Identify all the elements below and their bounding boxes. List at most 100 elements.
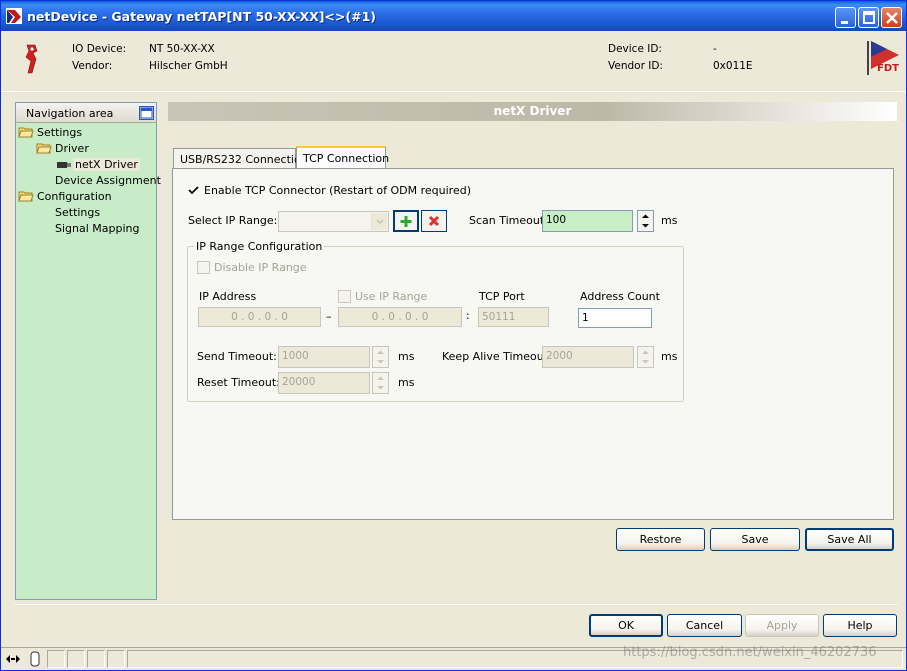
io-device-value: NT 50-XX-XX — [149, 43, 215, 55]
reset-timeout-label: Reset Timeout: — [197, 376, 280, 389]
main-title: netX Driver — [493, 104, 572, 118]
enable-tcp-checkbox[interactable] — [187, 184, 200, 197]
address-count-input[interactable]: 1 — [578, 308, 652, 328]
reset-timeout-spinner[interactable] — [372, 372, 389, 394]
device-status-icon[interactable] — [29, 651, 41, 667]
delete-icon — [428, 215, 440, 227]
keep-alive-input[interactable]: 2000 — [542, 346, 634, 368]
ip-range-group-title: IP Range Configuration — [194, 240, 325, 253]
reset-timeout-unit: ms — [398, 376, 415, 389]
maximize-icon — [863, 11, 875, 24]
select-ip-range-dropdown[interactable] — [278, 211, 389, 232]
nav-item-driver[interactable]: Driver — [55, 142, 89, 155]
nav-item-netx-driver[interactable]: netX Driver — [73, 158, 140, 171]
nav-item-settings[interactable]: Settings — [37, 126, 82, 139]
folder-open-icon — [36, 143, 52, 154]
status-cell — [107, 650, 125, 668]
spin-up-icon[interactable] — [373, 347, 388, 357]
navigation-header: Navigation area — [16, 103, 156, 123]
spin-up-icon[interactable] — [638, 211, 653, 221]
spin-up-icon[interactable] — [638, 347, 653, 357]
help-button[interactable]: Help — [823, 614, 897, 637]
cancel-button[interactable]: Cancel — [667, 614, 742, 637]
folder-open-icon — [18, 127, 34, 138]
select-ip-range-label: Select IP Range: — [188, 214, 278, 227]
ip-address-label: IP Address — [199, 290, 257, 303]
status-cell — [67, 650, 85, 668]
maximize-button[interactable] — [858, 7, 879, 28]
save-all-button[interactable]: Save All — [805, 528, 894, 551]
plus-icon — [400, 216, 412, 227]
keep-alive-label: Keep Alive Timeout: — [442, 350, 552, 363]
navigation-panel: Navigation area Settings Driver netX Dri… — [15, 102, 161, 600]
window-icon — [140, 107, 153, 119]
add-ip-range-button[interactable] — [393, 210, 419, 232]
dropdown-arrow[interactable] — [371, 213, 387, 230]
window-title: netDevice - Gateway netTAP[NT 50-XX-XX]<… — [27, 9, 376, 24]
io-device-label: IO Device: — [72, 43, 127, 55]
spin-down-icon[interactable] — [373, 357, 388, 367]
main-window: netDevice - Gateway netTAP[NT 50-XX-XX]<… — [0, 0, 907, 671]
send-timeout-label: Send Timeout: — [197, 350, 277, 363]
tcp-port-input[interactable]: 50111 — [478, 307, 549, 327]
title-bar[interactable]: netDevice - Gateway netTAP[NT 50-XX-XX]<… — [1, 1, 906, 31]
fdt-logo: FDT — [863, 41, 899, 75]
send-timeout-input[interactable]: 1000 — [278, 346, 370, 368]
nav-item-configuration[interactable]: Configuration — [37, 190, 112, 203]
tab-usb-rs232[interactable]: USB/RS232 Connection — [173, 148, 308, 170]
vendor-id-label: Vendor ID: — [608, 60, 663, 72]
delete-ip-range-button[interactable] — [421, 210, 447, 232]
nav-item-device-assignment[interactable]: Device Assignment — [55, 174, 161, 187]
keep-alive-unit: ms — [661, 350, 678, 363]
checkmark-icon — [188, 186, 199, 195]
scan-timeout-spinner[interactable] — [637, 210, 654, 232]
disable-ip-range-checkbox[interactable] — [197, 261, 210, 274]
ip-range-dash: – — [326, 310, 332, 323]
navigation-toggle-button[interactable] — [139, 106, 154, 120]
send-timeout-unit: ms — [398, 350, 415, 363]
enable-tcp-label: Enable TCP Connector (Restart of ODM req… — [204, 184, 472, 197]
spin-down-icon[interactable] — [373, 383, 388, 393]
tcp-port-label: TCP Port — [479, 290, 525, 303]
ip-address-start-input[interactable]: 0 . 0 . 0 . 0 — [198, 307, 321, 327]
send-timeout-spinner[interactable] — [372, 346, 389, 368]
app-icon — [6, 8, 22, 24]
nav-item-signal-mapping[interactable]: Signal Mapping — [55, 222, 140, 235]
device-header: IO Device: NT 50-XX-XX Vendor: Hilscher … — [1, 31, 906, 91]
folder-open-icon — [18, 191, 34, 202]
close-button[interactable] — [881, 7, 902, 28]
spin-up-icon[interactable] — [373, 373, 388, 383]
ok-button[interactable]: OK — [589, 614, 663, 637]
nav-item-config-settings[interactable]: Settings — [55, 206, 100, 219]
ip-address-end-input[interactable]: 0 . 0 . 0 . 0 — [338, 307, 462, 327]
use-ip-range-checkbox[interactable] — [338, 290, 351, 303]
device-id-label: Device ID: — [608, 43, 662, 55]
scan-timeout-label: Scan Timeout: — [469, 214, 548, 227]
minimize-button[interactable] — [835, 7, 856, 28]
tab-tcp-connection[interactable]: TCP Connection — [296, 146, 389, 170]
disable-ip-range-label: Disable IP Range — [214, 261, 307, 274]
connector-icon — [57, 162, 71, 168]
minimize-icon — [841, 21, 848, 24]
keep-alive-spinner[interactable] — [637, 346, 654, 368]
device-icon — [25, 44, 38, 74]
chevron-down-icon — [376, 219, 384, 225]
online-offline-icon[interactable] — [5, 653, 21, 665]
apply-button[interactable]: Apply — [745, 614, 819, 637]
vendor-id-value: 0x011E — [713, 60, 753, 72]
scan-timeout-input[interactable]: 100 — [542, 210, 633, 232]
save-button[interactable]: Save — [710, 528, 800, 551]
status-cell — [47, 650, 65, 668]
fdt-logo-text: FDT — [877, 63, 899, 74]
close-icon — [886, 12, 898, 24]
spin-down-icon[interactable] — [638, 221, 653, 231]
footer-separator — [15, 604, 897, 605]
header-separator — [1, 91, 906, 92]
restore-button[interactable]: Restore — [616, 528, 705, 551]
watermark: https://blog.csdn.net/weixin_46202736 — [623, 645, 877, 660]
address-count-label: Address Count — [580, 290, 660, 303]
spin-down-icon[interactable] — [638, 357, 653, 367]
device-id-value: - — [713, 43, 717, 55]
scan-timeout-unit: ms — [661, 214, 678, 227]
reset-timeout-input[interactable]: 20000 — [278, 372, 370, 394]
